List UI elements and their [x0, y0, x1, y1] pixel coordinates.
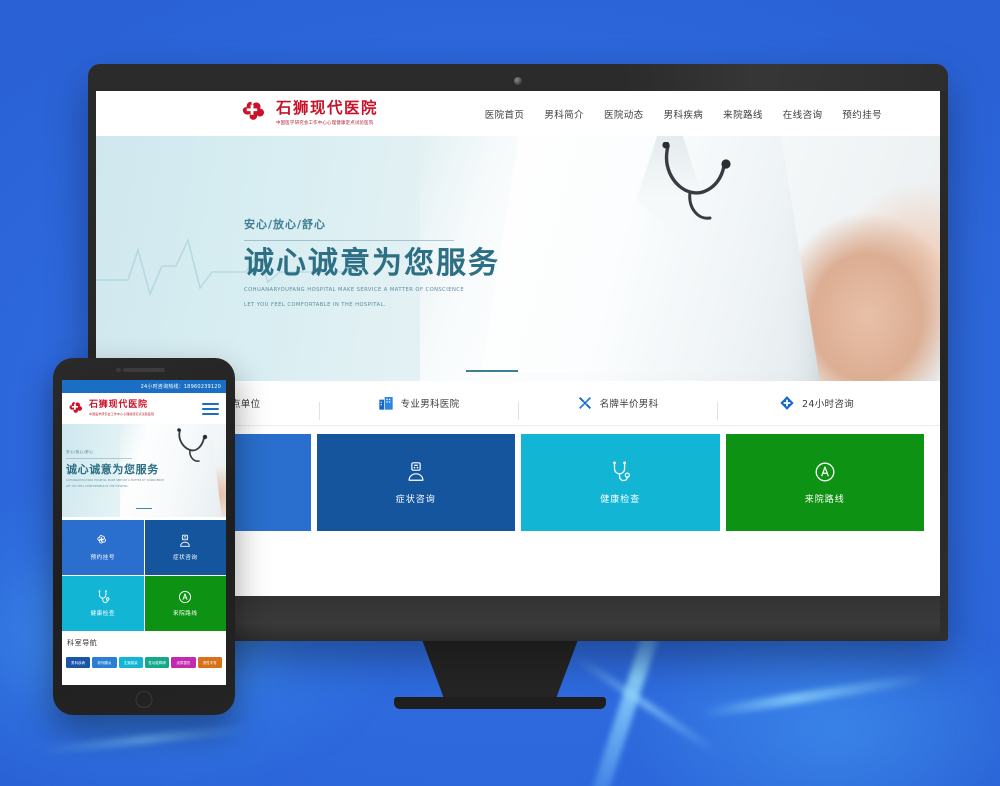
nav-item-news[interactable]: 医院动态	[604, 107, 644, 121]
dept-tag-label: 前列腺炎	[97, 661, 112, 665]
dept-tag-label: 生殖感染	[123, 661, 138, 665]
slider-dot[interactable]	[518, 370, 570, 372]
tile-label: 症状咨询	[395, 494, 436, 505]
dept-tag-5[interactable]: 泌尿整形	[171, 657, 196, 668]
mobile-tile-label: 健康检查	[90, 611, 115, 617]
mobile-hero-banner: 安心/放心/舒心 诚心诚意为您服务 COHUANARYOUFANG HOSPIT…	[62, 424, 226, 517]
nav-item-route[interactable]: 来院路线	[723, 107, 763, 121]
dept-tag-3[interactable]: 生殖感染	[118, 657, 143, 668]
nav-item-consult[interactable]: 在线咨询	[783, 107, 823, 121]
hero-slider-indicators[interactable]	[466, 370, 570, 372]
logo-subtitle: 中国医学研究会工作中心心理健康定点试验医院	[276, 120, 374, 126]
dept-tag-label: 泌尿整形	[176, 661, 191, 665]
slider-dot-active[interactable]	[136, 507, 152, 509]
mobile-screen: 24小时咨询热线：18960239120 石狮现代医院 中国医学研究会工作中心心…	[62, 380, 226, 685]
hamburger-bar	[202, 412, 219, 415]
mobile-tile-health-check[interactable]: 健康检查	[62, 576, 144, 631]
location-marker-icon	[179, 590, 192, 604]
mobile-tile-route[interactable]: 来院路线	[144, 576, 226, 631]
mobile-tile-symptom-consult[interactable]: 症状咨询	[144, 520, 226, 575]
feature-item-brand[interactable]: 名牌半价男科	[518, 395, 717, 420]
dept-tag-label: 性功能障碍	[148, 661, 166, 665]
hero-banner: 安心/放心/舒心 诚心诚意为您服务 COHUANARYOUFANG HOSPIT…	[96, 136, 940, 381]
dept-tag-4[interactable]: 性功能障碍	[144, 657, 170, 668]
mobile-slider-indicators[interactable]	[136, 494, 152, 513]
mobile-department-tags: 男科疾病 前列腺炎 生殖感染 性功能障碍 泌尿整形 男性不育	[62, 652, 226, 668]
phone-front-camera-icon	[116, 367, 121, 372]
stethoscope-decor-icon	[662, 142, 731, 220]
mobile-header: 石狮现代医院 中国医学研究会工作中心心理健康定点试验医院	[62, 393, 226, 424]
mobile-department-nav-title: 科室导航	[67, 639, 98, 647]
stethoscope-icon	[613, 460, 631, 481]
hero-copy: 安心/放心/舒心 诚心诚意为您服务 COHUANARYOUFANG HOSPIT…	[244, 216, 500, 311]
dept-tag-label: 男科疾病	[71, 661, 86, 665]
nav-item-intro[interactable]: 男科简介	[544, 107, 584, 121]
hero-english-line-2: LET YOU FEEL COMFORTABLE IN THE HOSPITAL…	[244, 302, 386, 309]
mobile-tile-appointment[interactable]: 预约挂号	[62, 520, 144, 575]
hamburger-bar	[202, 407, 219, 410]
mobile-quick-action-tiles: 预约挂号 症状咨询 健康检查 来院路线	[62, 517, 226, 631]
mobile-hero-kicker: 安心/放心/舒心	[66, 450, 94, 454]
tile-label: 健康检查	[600, 494, 641, 505]
phone-speaker-grille	[123, 368, 165, 372]
feature-item-professional[interactable]: 专业男科医院	[319, 395, 518, 420]
doctor-person-icon	[408, 461, 424, 481]
mobile-logo-subtitle: 中国医学研究会工作中心心理健康定点试验医院	[89, 412, 155, 416]
hospital-building-icon	[378, 397, 393, 410]
dept-tag-label: 男性不育	[202, 661, 217, 665]
mobile-hero-english-line-2: LET YOU FEEL COMFORTABLE IN THE HOSPITAL…	[66, 485, 130, 489]
nav-item-appointment[interactable]: 预约挂号	[842, 107, 882, 121]
hero-divider	[244, 240, 454, 241]
plus-circle-icon	[780, 396, 794, 410]
nav-item-diseases[interactable]: 男科疾病	[664, 107, 704, 121]
feature-item-24h[interactable]: 24小时咨询	[717, 395, 916, 420]
webcam-icon	[514, 77, 522, 85]
mobile-phone-mockup: 24小时咨询热线：18960239120 石狮现代医院 中国医学研究会工作中心心…	[53, 358, 235, 715]
nav-item-home[interactable]: 医院首页	[485, 107, 525, 121]
site-header: 石狮现代医院 中国医学研究会工作中心心理健康定点试验医院 医院首页 男科简介 医…	[96, 91, 940, 136]
dept-tag-2[interactable]: 前列腺炎	[92, 657, 117, 668]
tile-route[interactable]: 来院路线	[725, 434, 924, 531]
mobile-hotline-text: 24小时咨询热线：18960239120	[140, 384, 221, 390]
site-logo[interactable]: 石狮现代医院 中国医学研究会工作中心心理健康定点试验医院	[242, 100, 432, 127]
mobile-hero-copy: 安心/放心/舒心 诚心诚意为您服务 COHUANARYOUFANG HOSPIT…	[66, 450, 164, 490]
mobile-logo-title: 石狮现代医院	[89, 400, 148, 410]
mobile-tile-label: 症状咨询	[173, 555, 198, 561]
red-cross-icon	[242, 100, 269, 127]
hamburger-menu-icon[interactable]	[202, 402, 219, 415]
main-navigation: 医院首页 男科简介 医院动态 男科疾病 来院路线 在线咨询 预约挂号	[485, 107, 882, 121]
mobile-tile-label: 来院路线	[173, 611, 198, 617]
location-marker-icon	[815, 462, 835, 481]
feature-label: 专业男科医院	[400, 399, 460, 410]
feature-label: 名牌半价男科	[599, 399, 659, 410]
hamburger-bar	[202, 402, 219, 405]
hero-title: 诚心诚意为您服务	[244, 246, 500, 281]
stethoscope-decor-icon	[177, 428, 208, 462]
phone-home-button[interactable]	[135, 691, 153, 708]
brand-cross-icon	[578, 397, 591, 409]
logo-title: 石狮现代医院	[276, 99, 379, 118]
slider-dot-active[interactable]	[466, 370, 518, 372]
feature-label: 24小时咨询	[802, 399, 854, 410]
dept-tag-6[interactable]: 男性不育	[197, 657, 222, 668]
appointment-cross-icon	[97, 535, 106, 544]
tile-symptom-consult[interactable]: 症状咨询	[316, 434, 515, 531]
mobile-hero-divider	[66, 458, 132, 459]
mobile-hero-title: 诚心诚意为您服务	[66, 463, 159, 476]
hero-kicker: 安心/放心/舒心	[244, 218, 327, 231]
tile-label: 来院路线	[804, 494, 845, 505]
hero-english-line-1: COHUANARYOUFANG HOSPITAL MAKE SERVICE A …	[244, 286, 465, 293]
dept-tag-1[interactable]: 男科疾病	[66, 657, 91, 668]
mobile-hero-english-line-1: COHUANARYOUFANG HOSPITAL MAKE SERVICE A …	[66, 479, 164, 482]
stethoscope-icon	[98, 590, 110, 603]
mobile-tile-label: 预约挂号	[90, 555, 115, 561]
mobile-topbar: 24小时咨询热线：18960239120	[62, 380, 226, 393]
red-cross-icon	[69, 401, 85, 417]
mobile-department-nav-section: 科室导航	[62, 631, 226, 652]
doctor-person-icon	[180, 534, 191, 547]
tile-health-check[interactable]: 健康检查	[521, 434, 720, 531]
